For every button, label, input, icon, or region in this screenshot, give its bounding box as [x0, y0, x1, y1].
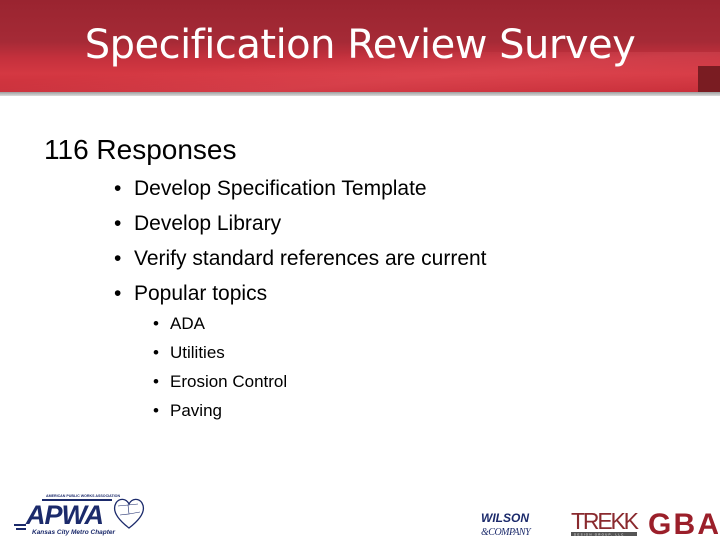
wilson-logo-text: WILSON [481, 511, 529, 525]
bullet-icon: • [114, 247, 122, 270]
bullet-icon: • [114, 212, 122, 235]
bullet-icon: • [153, 372, 159, 391]
sub-bullet-text: ADA [170, 314, 205, 333]
wilson-company-logo: WILSON &COMPANY [481, 511, 533, 538]
apwa-logo-stripe [14, 524, 26, 526]
bullet-text: Develop Library [134, 212, 282, 235]
sub-bullet-text: Erosion Control [170, 372, 288, 391]
apwa-logo-stripe [16, 528, 26, 530]
sub-bullet-text: Utilities [170, 343, 225, 362]
trekk-logo-text: TREKK [571, 508, 640, 534]
bullet-text: Verify standard references are current [134, 247, 487, 270]
bullet-icon: • [153, 314, 159, 333]
responses-heading: 116 Responses [44, 134, 237, 165]
bullet-icon: • [114, 177, 122, 200]
apwa-logo-text: APWA [25, 500, 103, 530]
banner-corner-accent [698, 66, 720, 92]
gba-logo-text: GBA [648, 508, 718, 538]
apwa-logo: AMERICAN PUBLIC WORKS ASSOCIATION APWA K… [14, 494, 145, 536]
bullet-text: Develop Specification Template [134, 177, 427, 200]
apwa-logo-top-text: AMERICAN PUBLIC WORKS ASSOCIATION [46, 494, 120, 498]
wilson-logo-subtext: &COMPANY [481, 527, 532, 538]
gba-logo: GBA [648, 508, 718, 538]
banner-shadow [0, 92, 720, 96]
bullet-text: Popular topics [134, 282, 268, 305]
slide-title: Specification Review Survey [84, 22, 636, 68]
bullet-icon: • [153, 401, 159, 420]
apwa-logo-chapter-text: Kansas City Metro Chapter [32, 529, 116, 536]
trekk-logo-subtext: DESIGN GROUP, LLC [574, 532, 625, 536]
bullet-icon: • [114, 282, 122, 305]
bullet-icon: • [153, 343, 159, 362]
trekk-logo: TREKK DESIGN GROUP, LLC [571, 508, 640, 536]
sub-bullet-text: Paving [170, 401, 222, 420]
